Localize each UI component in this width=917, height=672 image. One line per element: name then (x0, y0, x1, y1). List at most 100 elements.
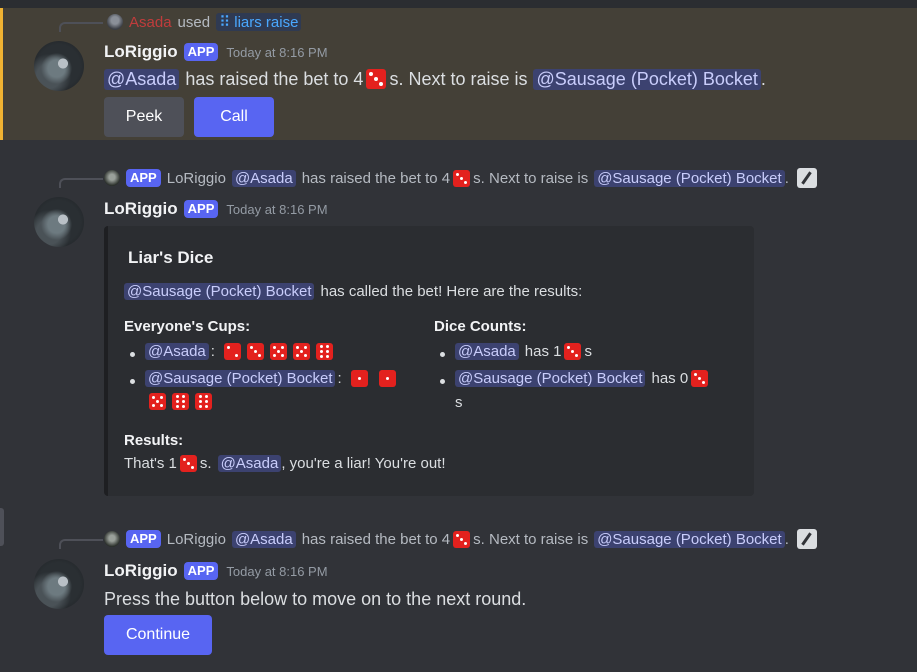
mention[interactable]: @Sausage (Pocket) Bocket (145, 370, 336, 387)
message-header: LoRiggio APP Today at 8:16 PM (104, 560, 328, 582)
continue-button[interactable]: Continue (104, 615, 212, 655)
results-pre: That's 1 (124, 455, 177, 472)
die-six-icon (315, 343, 333, 360)
count-row: @Sausage (Pocket) Bocket has 0 (455, 370, 711, 387)
username[interactable]: LoRiggio (104, 561, 178, 581)
app-tag: APP (183, 200, 219, 218)
top-strip (0, 0, 917, 8)
cup-row-continued (146, 393, 215, 410)
reply-spine (59, 22, 103, 32)
die-three-icon (179, 455, 197, 472)
mention[interactable]: @Sausage (Pocket) Bocket (455, 370, 646, 387)
scroll-marker (0, 508, 4, 546)
results-text: That's 1 s. @Asada , you're a liar! You'… (124, 455, 446, 472)
reply-avatar[interactable] (104, 531, 120, 547)
results-embed: Liar's Dice @Sausage (Pocket) Bocket has… (104, 226, 754, 496)
bullet (440, 352, 445, 357)
edit-icon (796, 529, 817, 549)
app-tag: APP (126, 530, 161, 548)
mention[interactable]: @Asada (455, 343, 519, 360)
peek-button[interactable]: Peek (104, 97, 184, 137)
die-three-icon (564, 343, 582, 360)
reply-line[interactable]: APP LoRiggio @Asada has raised the bet t… (104, 167, 817, 189)
app-tag: APP (183, 43, 219, 61)
mention[interactable]: @Asada (231, 530, 296, 548)
reply-text: has raised the bet to 4 (301, 530, 451, 548)
reply-line[interactable]: Asada used ⠿ liars raise (107, 11, 302, 33)
cup-row: @Asada : (145, 343, 336, 360)
message-highlighted: Asada used ⠿ liars raise LoRiggio APP To… (0, 8, 917, 140)
die-six-icon (195, 393, 212, 410)
message-text: @Asada has raised the bet to 4 s. Next t… (104, 66, 766, 92)
counts-field-title: Dice Counts: (434, 318, 527, 335)
app-tag: APP (126, 169, 161, 187)
die-one-icon (378, 370, 396, 387)
app-tag: APP (183, 562, 219, 580)
count-suffix-wrapped: s (455, 394, 463, 411)
die-five-icon (269, 343, 287, 360)
reply-spine (59, 178, 103, 188)
count-text: has 1 (524, 343, 562, 360)
embed-description: @Sausage (Pocket) Bocket has called the … (124, 283, 582, 300)
message-header: LoRiggio APP Today at 8:16 PM (104, 198, 328, 220)
mention[interactable]: @Sausage (Pocket) Bocket (594, 530, 785, 548)
die-three-icon (246, 343, 264, 360)
results-mid: s. (199, 455, 212, 472)
edit-icon (796, 168, 817, 188)
text-end: . (760, 68, 766, 89)
results-post: , you're a liar! You're out! (281, 455, 446, 472)
die-three-icon (453, 530, 471, 548)
avatar[interactable] (34, 197, 84, 247)
mention[interactable]: @Sausage (Pocket) Bocket (533, 68, 761, 90)
avatar[interactable] (34, 41, 84, 91)
cup-separator: : (337, 370, 342, 387)
die-three-icon (453, 169, 471, 187)
cups-field-title: Everyone's Cups: (124, 318, 251, 335)
die-three-icon (366, 69, 387, 89)
cup-row: @Sausage (Pocket) Bocket : (145, 370, 399, 387)
die-six-icon (172, 393, 189, 410)
message-text: Press the button below to move on to the… (104, 588, 527, 609)
text-part: has raised the bet to 4 (185, 68, 364, 89)
embed-title: Liar's Dice (128, 248, 214, 267)
username[interactable]: LoRiggio (104, 42, 178, 62)
timestamp[interactable]: Today at 8:16 PM (226, 202, 327, 217)
timestamp[interactable]: Today at 8:16 PM (226, 564, 327, 579)
slash-command[interactable]: ⠿ liars raise (216, 13, 302, 31)
count-row: @Asada has 1 s (455, 343, 592, 360)
avatar[interactable] (34, 559, 84, 609)
die-three-icon (691, 370, 709, 387)
reply-end: . (784, 169, 789, 187)
reply-spine (59, 539, 103, 549)
reply-username[interactable]: LoRiggio (167, 170, 226, 187)
reply-avatar[interactable] (107, 14, 123, 30)
reply-avatar[interactable] (104, 170, 120, 186)
username[interactable]: LoRiggio (104, 199, 178, 219)
die-five-icon (149, 393, 166, 410)
mention[interactable]: @Sausage (Pocket) Bocket (124, 283, 315, 300)
timestamp[interactable]: Today at 8:16 PM (226, 45, 327, 60)
reply-end: . (784, 530, 789, 548)
mention[interactable]: @Sausage (Pocket) Bocket (594, 169, 785, 187)
text-part: s. Next to raise is (389, 68, 528, 89)
mention[interactable]: @Asada (145, 343, 209, 360)
message-header: LoRiggio APP Today at 8:16 PM (104, 41, 328, 63)
die-one-icon (350, 370, 368, 387)
mention[interactable]: @Asada (231, 169, 296, 187)
count-text: has 0 (651, 370, 689, 387)
reply-text: has raised the bet to 4 (301, 169, 451, 187)
reply-line[interactable]: APP LoRiggio @Asada has raised the bet t… (104, 528, 817, 550)
reply-username[interactable]: Asada (129, 14, 172, 31)
count-suffix: s (584, 343, 592, 360)
reply-used-label: used (177, 13, 211, 31)
call-button[interactable]: Call (194, 97, 274, 137)
mention[interactable]: @Asada (104, 68, 180, 90)
description-text: has called the bet! Here are the results… (320, 283, 583, 300)
bullet (440, 379, 445, 384)
reply-username[interactable]: LoRiggio (167, 531, 226, 548)
bullet (130, 352, 135, 357)
die-two-icon (223, 343, 241, 360)
mention[interactable]: @Asada (217, 455, 282, 472)
bullet (130, 379, 135, 384)
reply-text: s. Next to raise is (473, 169, 589, 187)
